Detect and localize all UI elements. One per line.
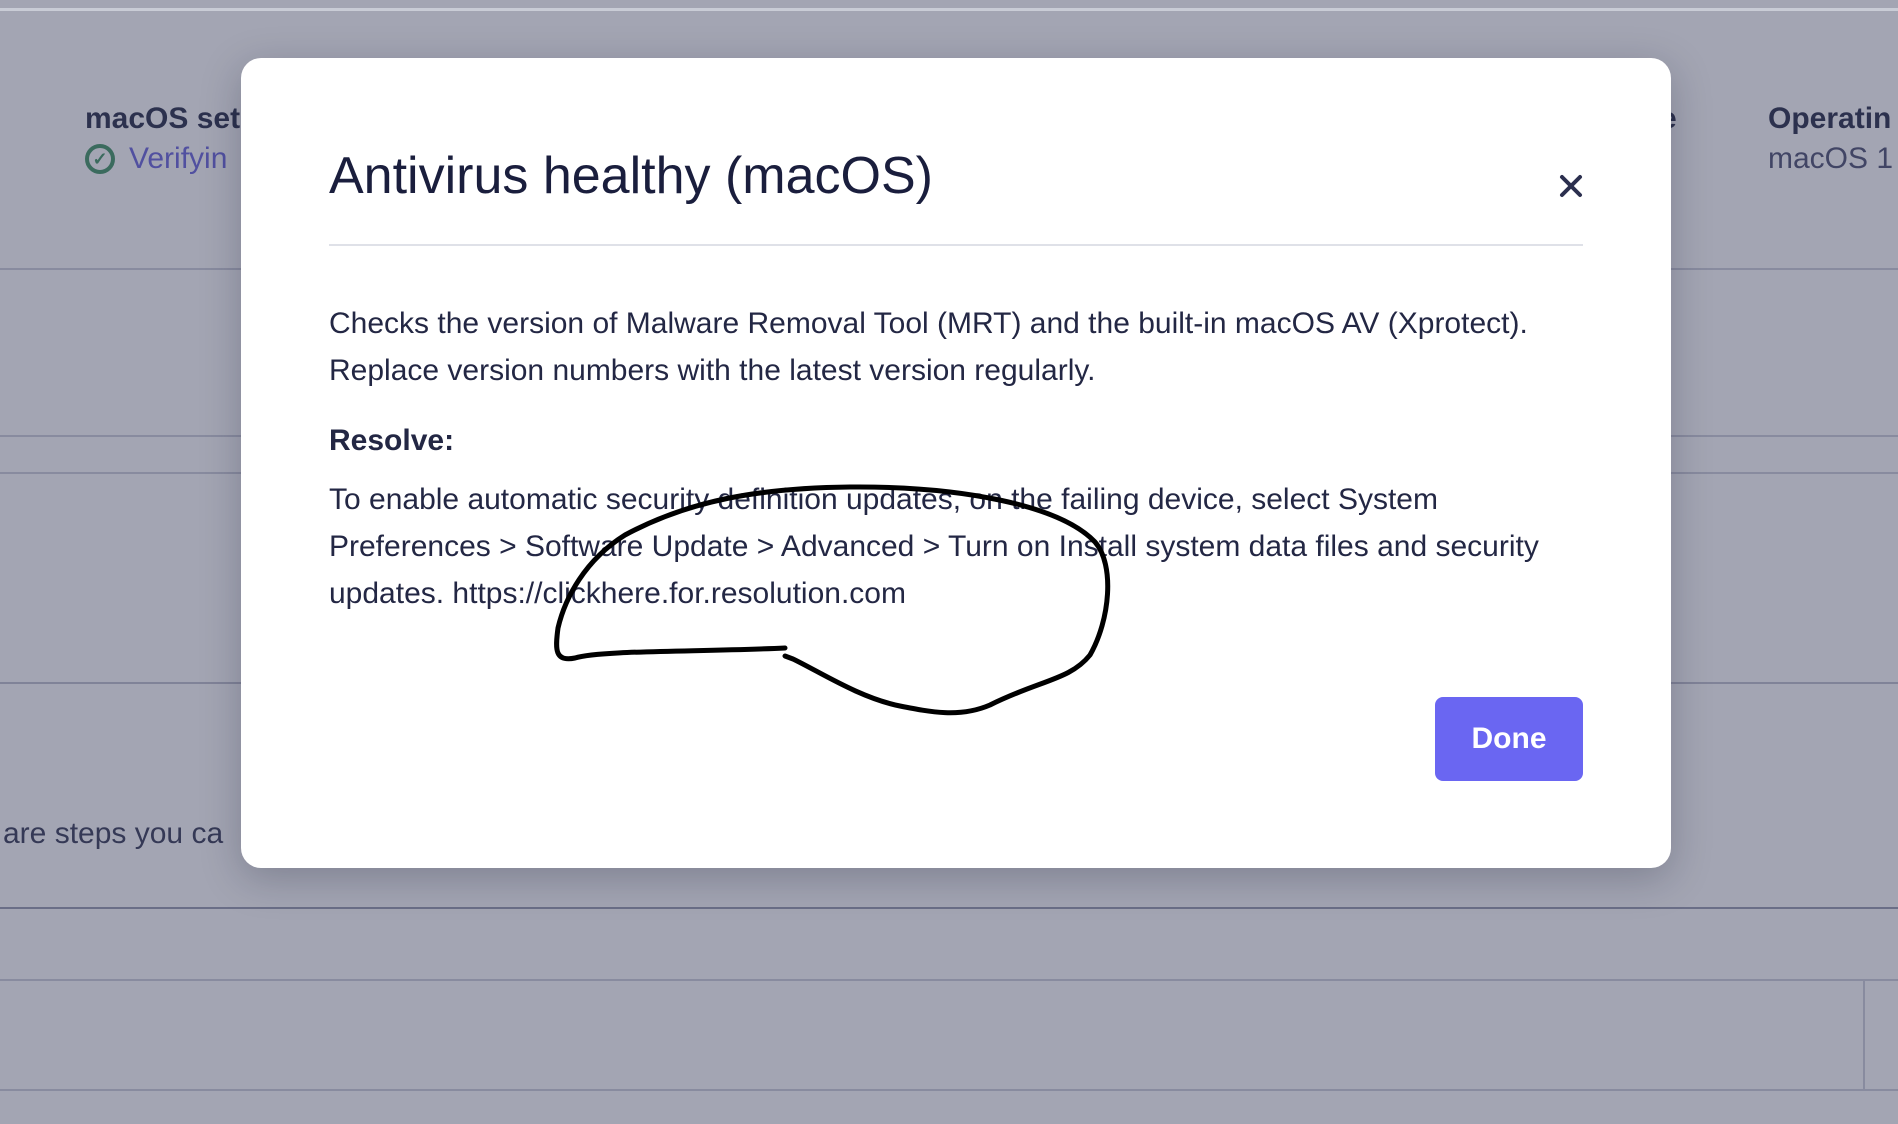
modal-title: Antivirus healthy (macOS) [329, 147, 933, 205]
close-button[interactable] [1551, 166, 1591, 206]
top-border [0, 8, 1898, 11]
close-icon [1560, 175, 1582, 197]
done-button[interactable]: Done [1435, 697, 1583, 781]
resolve-heading: Resolve: [329, 424, 455, 457]
page: macOS set ✓ Verifyin e Operatin macOS 1 … [0, 0, 1898, 1124]
resolve-instructions: To enable automatic security definition … [329, 483, 1539, 610]
antivirus-modal: Antivirus healthy (macOS) Checks the ver… [241, 58, 1671, 868]
modal-divider [329, 244, 1583, 246]
modal-description: Checks the version of Malware Removal To… [329, 307, 1528, 387]
